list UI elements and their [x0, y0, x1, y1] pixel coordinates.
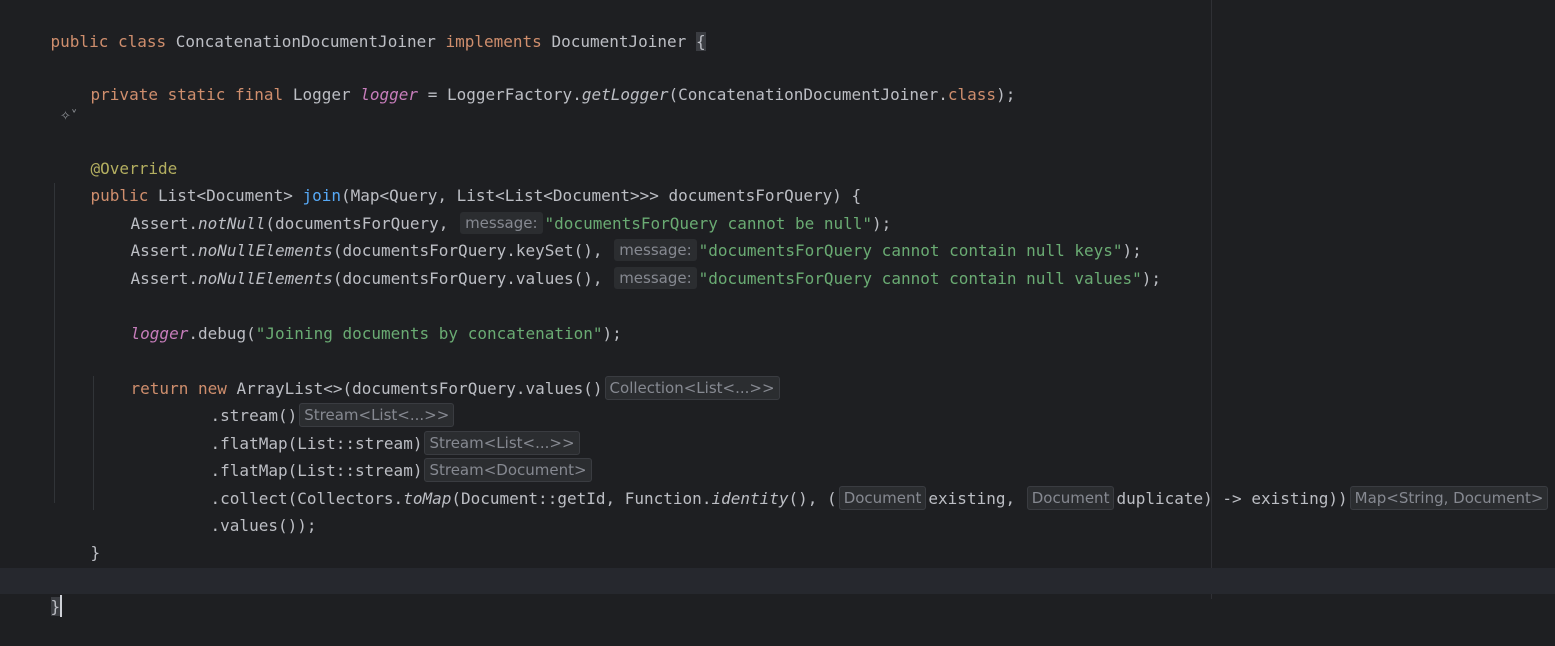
type-hint[interactable]: Collection<List<...>>	[604, 376, 780, 400]
matched-brace: }	[50, 597, 61, 616]
code-token: private static final	[90, 85, 293, 104]
parameter-hint[interactable]: message:	[614, 267, 697, 289]
code-token: toMap	[403, 489, 452, 508]
code-token: (ConcatenationDocumentJoiner.	[668, 85, 948, 104]
matched-brace: {	[695, 32, 706, 51]
code-line-13[interactable]: .collect(Collectors.toMap(Document::getI…	[172, 460, 1550, 510]
code-line-5[interactable]: Assert.notNull(documentsForQuery, messag…	[92, 185, 891, 234]
code-line-4[interactable]: public List<Document> join(Map<Query, Li…	[52, 157, 862, 205]
code-token: .values());	[210, 516, 317, 535]
code-token: existing,	[928, 489, 1025, 508]
code-token: logger	[360, 85, 419, 104]
code-editor[interactable]: public class ConcatenationDocumentJoiner…	[0, 0, 1555, 617]
code-token: logger	[130, 324, 189, 343]
ai-assistant-icon[interactable]: ✧˅	[60, 106, 77, 128]
chevron-down-icon: ˅	[70, 109, 78, 124]
code-token: .debug(	[188, 324, 256, 343]
code-line-14[interactable]: .values());	[172, 487, 317, 535]
code-token: duplicate) -> existing))	[1116, 489, 1348, 508]
code-line-2[interactable]: private static final Logger logger = Log…	[52, 56, 1016, 104]
code-token: (documentsForQuery.values(),	[332, 269, 613, 288]
code-token: Assert.	[130, 269, 198, 288]
code-token: DocumentJoiner	[551, 32, 696, 51]
string-token: "Joining documents by concatenation"	[255, 324, 603, 343]
type-hint[interactable]: Document	[838, 486, 927, 510]
code-line-16-current[interactable]: }	[0, 568, 1555, 617]
code-token: public class	[50, 32, 176, 51]
code-token: identity	[711, 489, 789, 508]
sparkle-icon: ✧	[60, 109, 71, 124]
code-line-6[interactable]: Assert.noNullElements(documentsForQuery.…	[92, 212, 1142, 261]
code-line-12[interactable]: .flatMap(List::stream) Stream<Document>	[172, 432, 594, 482]
code-token: noNullElements	[197, 269, 333, 288]
code-line-10[interactable]: .stream() Stream<List<...>>	[172, 377, 456, 427]
code-token: (Document::getId, Function.	[451, 489, 712, 508]
code-token: );	[1141, 269, 1162, 288]
code-line-1[interactable]: public class ConcatenationDocumentJoiner…	[12, 3, 706, 51]
code-token: Logger	[292, 85, 361, 104]
code-token: implements	[445, 32, 552, 51]
code-token: }	[90, 543, 101, 562]
code-line-7[interactable]: Assert.noNullElements(documentsForQuery.…	[92, 240, 1161, 289]
code-token: = LoggerFactory.	[418, 85, 582, 104]
code-line-8[interactable]: logger.debug("Joining documents by conca…	[92, 295, 622, 343]
code-token: class	[947, 85, 997, 104]
code-line-11[interactable]: .flatMap(List::stream) Stream<List<...>>	[172, 405, 582, 455]
string-token: "documentsForQuery cannot contain null v…	[698, 269, 1142, 288]
code-token: );	[996, 85, 1016, 104]
type-hint[interactable]: Map<String, Document>	[1349, 486, 1549, 510]
code-line-15[interactable]: }	[52, 514, 101, 562]
code-token: getLogger	[581, 85, 669, 104]
code-token: );	[602, 324, 622, 343]
code-token: ConcatenationDocumentJoiner	[175, 32, 446, 51]
text-caret	[60, 595, 63, 617]
code-line-3[interactable]: @Override	[52, 130, 178, 178]
type-hint[interactable]: Document	[1026, 486, 1115, 510]
code-token: (), (	[788, 489, 837, 508]
code-line-9[interactable]: return new ArrayList<>(documentsForQuery…	[92, 350, 782, 400]
